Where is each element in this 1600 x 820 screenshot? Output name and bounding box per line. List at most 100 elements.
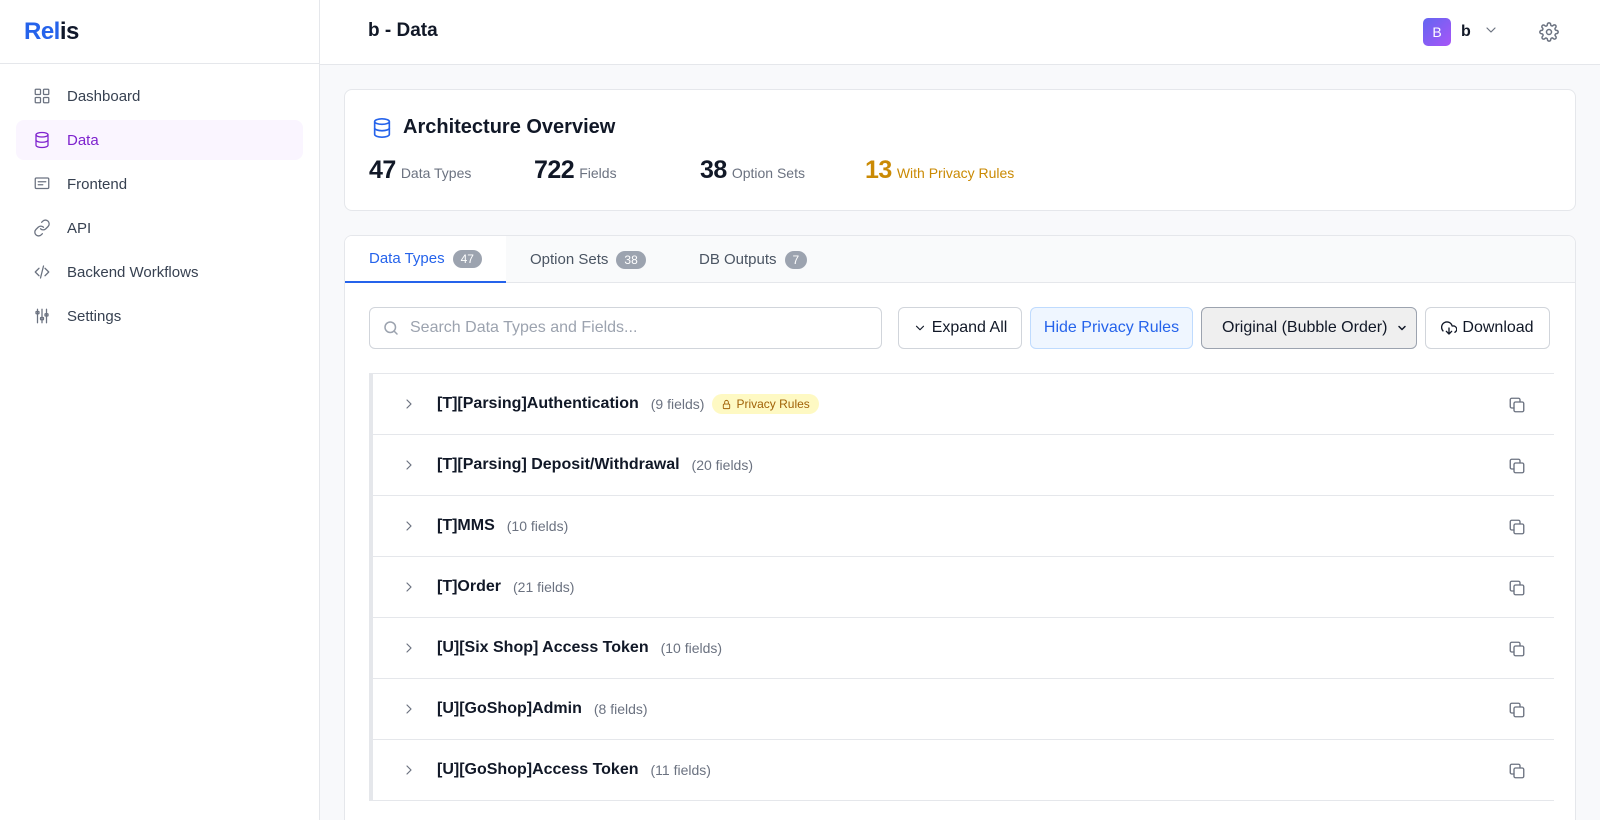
sidebar-item-settings[interactable]: Settings [16,296,303,336]
item-title: [T][Parsing] Deposit/Withdrawal (20 fiel… [437,456,753,474]
tab-db-outputs[interactable]: DB Outputs 7 [675,236,831,283]
list-item[interactable]: [T]Order (21 fields) [373,557,1554,618]
toolbar: Expand All Hide Privacy Rules Original (… [369,307,1554,349]
chevron-right-icon[interactable] [401,518,417,534]
search-box [369,307,882,349]
database-icon [373,117,391,138]
field-count: (9 fields) [650,396,705,412]
sidebar-item-data[interactable]: Data [16,120,303,160]
copy-icon[interactable] [1508,579,1526,597]
copy-icon[interactable] [1508,640,1526,658]
stat-label: With Privacy Rules [896,165,1015,181]
list-item[interactable]: [T]MMS (10 fields) [373,496,1554,557]
stat-value: 722 [534,156,575,184]
stat-fields: 722 Fields [534,156,617,185]
copy-icon[interactable] [1508,457,1526,475]
list-item[interactable]: [U][GoShop]Access Token (11 fields) [373,740,1554,801]
chevron-right-icon[interactable] [401,396,417,412]
data-type-name: [T]MMS [437,517,495,534]
sidebar-item-frontend[interactable]: Frontend [16,164,303,204]
gear-icon[interactable] [1539,22,1559,42]
list-item[interactable]: [T][Parsing] Deposit/Withdrawal (20 fiel… [373,435,1554,496]
stat-value: 38 [700,156,727,184]
item-title: [T]Order (21 fields) [437,578,574,596]
page-title: b - Data [368,20,438,41]
item-title: [U][Six Shop] Access Token (10 fields) [437,639,722,657]
field-count: (10 fields) [660,640,723,656]
architecture-overview-card: Architecture Overview 47 Data Types 722 … [344,89,1576,211]
data-type-name: [T]Order [437,578,501,595]
stat-label: Data Types [400,165,472,181]
field-count: (11 fields) [650,762,711,778]
copy-icon[interactable] [1508,518,1526,536]
data-types-panel: Data Types 47 Option Sets 38 DB Outputs … [344,235,1576,820]
tab-option-sets[interactable]: Option Sets 38 [506,236,670,283]
item-title: [T][Parsing]Authentication (9 fields) Pr… [437,394,819,414]
sidebar-item-label: Data [67,131,99,149]
search-input[interactable] [410,319,860,337]
sidebar: Relis Dashboard Data Frontend API Backen… [0,0,320,820]
top-header: b - Data B b [320,0,1600,65]
count-badge: 38 [616,250,646,269]
stat-label: Option Sets [731,165,805,181]
sort-order-select[interactable]: Original (Bubble Order) [1201,307,1417,349]
badge-label: Privacy Rules [736,397,810,411]
data-type-name: [U][GoShop]Access Token [437,761,639,778]
list-item[interactable]: [T][Parsing]Authentication (9 fields) Pr… [373,374,1554,435]
expand-all-button[interactable]: Expand All [898,307,1022,349]
copy-icon[interactable] [1508,701,1526,719]
tab-data-types[interactable]: Data Types 47 [345,236,506,283]
chevron-right-icon[interactable] [401,762,417,778]
privacy-rules-badge: Privacy Rules [712,394,819,414]
chevron-right-icon[interactable] [401,457,417,473]
tab-label: Option Sets [530,251,609,268]
count-badge: 7 [784,250,808,269]
field-count: (21 fields) [513,579,575,595]
download-button[interactable]: Download [1425,307,1550,349]
sidebar-item-label: Settings [67,307,122,325]
stat-privacy-rules: 13 With Privacy Rules [865,156,1014,185]
stat-value: 13 [865,156,892,184]
chevron-right-icon[interactable] [401,579,417,595]
select-value: Original (Bubble Order) [1222,319,1388,336]
overview-header: Architecture Overview [371,116,615,139]
data-types-list: [T][Parsing]Authentication (9 fields) Pr… [369,373,1554,801]
overview-title: Architecture Overview [403,116,616,138]
stat-label: Fields [579,165,617,181]
user-menu[interactable]: B b [1423,18,1499,46]
item-title: [U][GoShop]Admin (8 fields) [437,700,648,718]
lock-icon [723,399,731,409]
sidebar-item-dashboard[interactable]: Dashboard [16,76,303,116]
hide-privacy-rules-button[interactable]: Hide Privacy Rules [1030,307,1193,349]
field-count: (10 fields) [506,518,569,534]
grid-icon [32,86,52,106]
button-label: Hide Privacy Rules [1043,319,1180,336]
search-icon [384,321,398,335]
code-icon [32,262,52,282]
chevron-down-icon [1483,22,1499,43]
tab-label: Data Types [369,250,445,267]
stat-data-types: 47 Data Types [369,156,471,185]
logo-bar: Relis [0,0,319,64]
chevron-right-icon[interactable] [401,701,417,717]
data-type-name: [U][Six Shop] Access Token [437,639,649,656]
copy-icon[interactable] [1508,762,1526,780]
tab-label: DB Outputs [699,251,777,268]
item-title: [U][GoShop]Access Token (11 fields) [437,761,711,779]
sidebar-item-api[interactable]: API [16,208,303,248]
stat-option-sets: 38 Option Sets [700,156,805,185]
app-logo[interactable]: Relis [24,18,79,46]
sidebar-nav: Dashboard Data Frontend API Backend Work… [0,64,319,352]
sidebar-item-label: Backend Workflows [67,263,199,281]
item-title: [T]MMS (10 fields) [437,517,568,535]
logo-part-b: is [59,17,80,45]
button-label: Download [1462,319,1534,336]
cloud-download-icon [1441,321,1458,335]
sidebar-item-label: Dashboard [67,87,141,105]
sidebar-item-label: API [67,219,92,237]
list-item[interactable]: [U][Six Shop] Access Token (10 fields) [373,618,1554,679]
copy-icon[interactable] [1508,396,1526,414]
list-item[interactable]: [U][GoShop]Admin (8 fields) [373,679,1554,740]
chevron-right-icon[interactable] [401,640,417,656]
sidebar-item-backend-workflows[interactable]: Backend Workflows [16,252,303,292]
